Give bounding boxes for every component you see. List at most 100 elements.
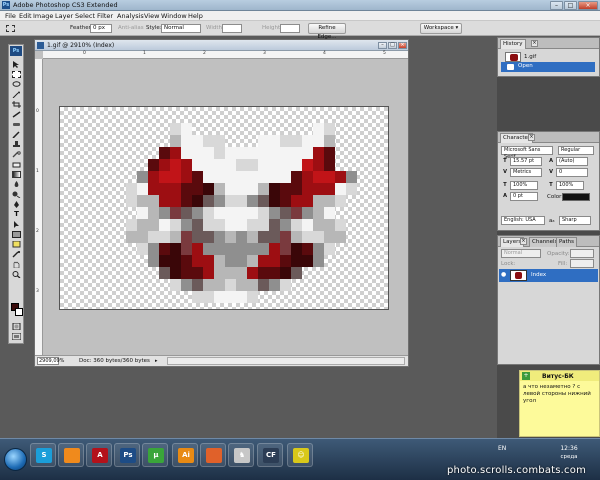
crop-tool-icon[interactable] [12,101,21,108]
font-size-field[interactable]: 15.57 pt [510,157,542,166]
history-step-open[interactable]: Open [501,62,595,72]
opacity-field[interactable] [570,249,594,258]
image-pixel [324,147,335,159]
image-pixel [170,219,181,231]
language-select[interactable]: English: USA [501,216,545,225]
background-color-swatch[interactable] [15,308,23,316]
rectangular-marquee-icon[interactable] [6,25,15,32]
canvas-area[interactable] [43,59,408,355]
workspace-button[interactable]: Workspace ▾ [420,23,462,34]
image-canvas[interactable] [59,106,389,310]
history-close-icon[interactable]: × [531,40,538,47]
doc-close-button[interactable]: × [398,42,407,49]
antialias-select[interactable]: Sharp [559,216,591,225]
blur-tool-icon[interactable] [12,181,21,188]
taskbar-button-acrobat[interactable]: A [86,443,112,467]
image-pixel [324,231,335,243]
language-indicator[interactable]: EN [498,445,506,452]
taskbar-button-cf-app[interactable]: CF [257,443,283,467]
document-title-bar[interactable]: 1.gif @ 2910% (Index) – □ × [35,40,408,51]
document-title: 1.gif @ 2910% (Index) [47,42,115,49]
vertical-scale-field[interactable]: 100% [510,181,538,190]
healing-brush-tool-icon[interactable] [12,121,21,128]
menu-help[interactable]: Help [188,12,203,20]
status-menu-arrow-icon[interactable]: ▸ [155,358,158,364]
menu-image[interactable]: Image [33,12,53,20]
rectangle-tool-icon[interactable] [12,231,21,238]
eye-icon[interactable]: ● [501,272,507,278]
leading-field[interactable]: (Auto) [556,157,588,166]
height-input[interactable] [280,24,300,33]
history-snapshot-label[interactable]: 1.gif [524,54,536,60]
brush-tool-icon[interactable] [12,131,21,138]
character-close-icon[interactable]: × [528,134,535,141]
blend-mode-select[interactable]: Normal [501,249,541,258]
menu-window[interactable]: Window [161,12,187,20]
eraser-tool-icon[interactable] [12,161,21,168]
slice-tool-icon[interactable] [12,111,21,118]
eyedropper-tool-icon[interactable] [12,251,21,258]
taskbar-button-photoshop[interactable]: Ps [114,443,140,467]
minimize-button[interactable]: – [550,1,563,10]
menu-view[interactable]: View [144,12,159,20]
tab-history[interactable]: History [500,39,526,49]
menu-analysis[interactable]: Analysis [117,12,144,20]
start-button[interactable] [4,448,27,471]
refine-edge-button[interactable]: Refine Edge... [308,23,346,40]
notes-tool-icon[interactable] [12,241,21,248]
magic-wand-tool-icon[interactable] [12,91,21,98]
menu-select[interactable]: Select [75,12,95,20]
menu-edit[interactable]: Edit [19,12,32,20]
gradient-tool-icon[interactable] [12,171,21,178]
maximize-button[interactable]: □ [564,1,577,10]
dodge-tool-icon[interactable] [12,191,21,198]
zoom-tool-icon[interactable] [12,271,21,278]
width-input[interactable] [222,24,242,33]
menu-file[interactable]: File [5,12,16,20]
text-color-swatch[interactable] [562,193,590,201]
path-selection-tool-icon[interactable] [12,221,21,228]
add-note-icon[interactable]: + [522,372,530,380]
style-select[interactable]: Normal [161,24,201,33]
tracking-field[interactable]: 0 [556,168,588,177]
taskbar-button-utorrent[interactable]: µ [142,443,168,467]
font-family-select[interactable]: Microsoft Sans Serif [501,146,553,160]
hand-tool-icon[interactable] [12,261,21,268]
fill-field[interactable] [570,259,594,268]
feather-input[interactable]: 0 px [90,24,112,33]
move-tool-icon[interactable] [12,61,21,68]
taskbar-button-firefox[interactable] [200,443,226,467]
font-style-select[interactable]: Regular [558,146,594,155]
tab-paths[interactable]: Paths [556,237,577,247]
marquee-tool-icon[interactable] [12,71,21,78]
history-brush-tool-icon[interactable] [12,151,21,158]
quick-mask-icon[interactable] [12,323,21,330]
menu-filter[interactable]: Filter [97,12,113,20]
lasso-tool-icon[interactable] [12,81,21,88]
taskbar-button-skype[interactable]: S [30,443,56,467]
note-body[interactable]: а что незаметно ? с левой стороны нижний… [523,384,598,405]
watermark: photo.scrolls.combats.com [447,465,587,476]
layer-name[interactable]: Index [531,272,546,278]
layers-close-icon[interactable]: × [520,238,527,245]
clone-stamp-tool-icon[interactable] [12,141,21,148]
horizontal-scrollbar[interactable] [167,357,405,365]
doc-maximize-button[interactable]: □ [388,42,397,49]
type-tool-icon[interactable]: T [12,211,21,218]
kerning-field[interactable]: Metrics [510,168,542,177]
pen-tool-icon[interactable] [12,201,21,208]
menu-layer[interactable]: Layer [55,12,73,20]
close-button[interactable]: × [578,1,598,10]
history-snapshot-thumbnail[interactable] [505,52,521,62]
layer-row-index[interactable]: ● Index [499,269,598,282]
doc-minimize-button[interactable]: – [378,42,387,49]
zoom-level-field[interactable]: 2909,09% [37,357,64,365]
screen-mode-icon[interactable] [12,333,21,340]
baseline-shift-field[interactable]: 0 pt [510,192,538,201]
horizontal-scale-field[interactable]: 100% [556,181,584,190]
taskbar-button-game-app[interactable]: ☺ [287,443,313,467]
taskbar-button-orange-blob[interactable] [58,443,84,467]
taskbar-button-chess-game[interactable]: ♞ [228,443,254,467]
clock-time[interactable]: 12:36 [559,445,579,452]
taskbar-button-illustrator[interactable]: Ai [172,443,198,467]
